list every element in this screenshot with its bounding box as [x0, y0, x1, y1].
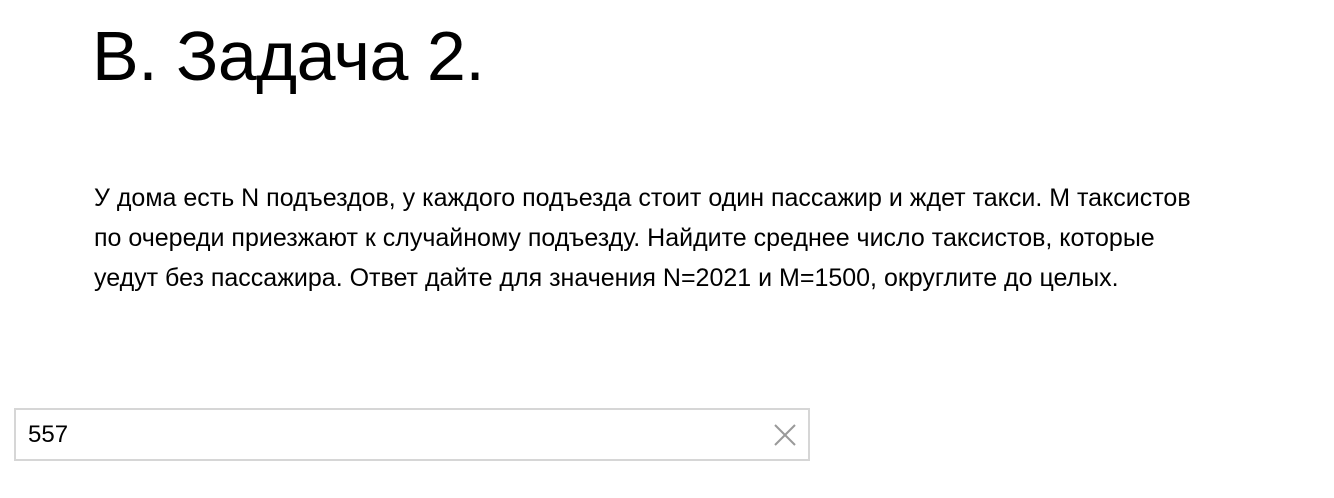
problem-statement: У дома есть N подъездов, у каждого подъе…	[94, 178, 1330, 298]
problem-line: по очереди приезжают к случайному подъез…	[94, 224, 1155, 252]
problem-line: У дома есть N подъездов, у каждого подъе…	[94, 184, 1191, 212]
answer-input[interactable]	[16, 410, 756, 459]
clear-button[interactable]	[772, 422, 798, 448]
page-title: B. Задача 2.	[92, 17, 485, 95]
problem-line: уедут без пассажира. Ответ дайте для зна…	[94, 264, 1119, 292]
close-icon	[774, 424, 796, 446]
answer-field	[14, 408, 810, 461]
